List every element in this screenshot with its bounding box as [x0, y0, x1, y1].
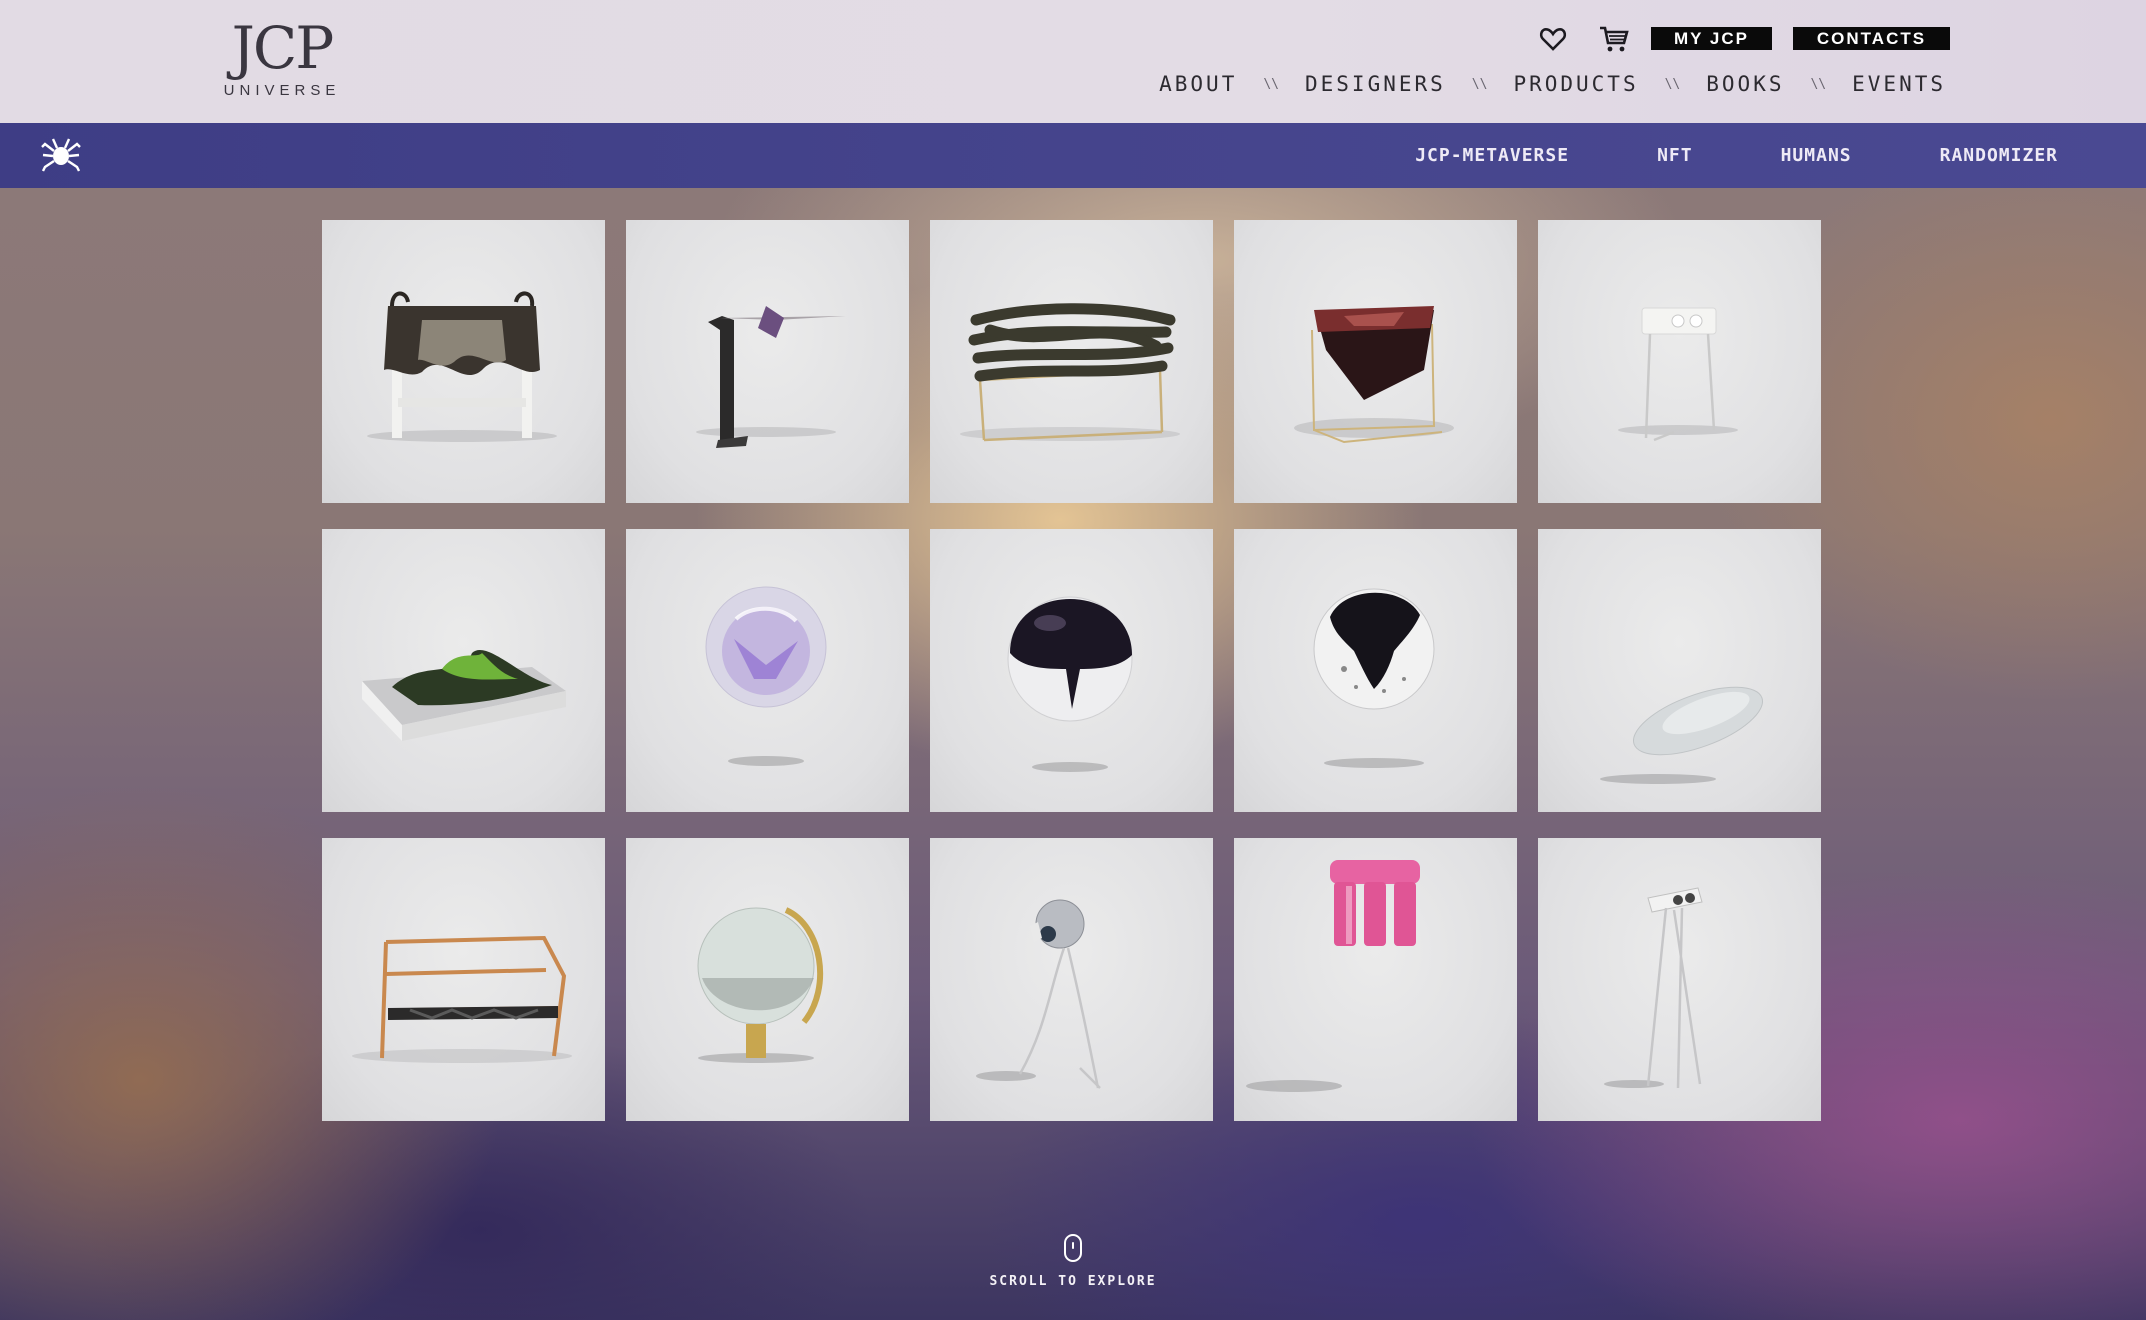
product-tile[interactable] — [930, 529, 1213, 812]
logo-subtitle: UNIVERSE — [223, 82, 341, 99]
subnav-randomizer[interactable]: RANDOMIZER — [1940, 145, 2058, 166]
product-tile[interactable] — [930, 838, 1213, 1121]
twin-light-lamp-image — [1618, 307, 1738, 442]
product-tile[interactable] — [1234, 220, 1517, 503]
cart-icon[interactable] — [1598, 24, 1629, 54]
product-tile[interactable] — [1234, 529, 1517, 812]
product-tile[interactable] — [626, 838, 909, 1121]
nav-events[interactable]: EVENTS — [1852, 72, 1946, 96]
product-tile[interactable] — [1234, 838, 1517, 1121]
product-tile[interactable] — [322, 220, 605, 503]
green-moss-tray-image — [362, 650, 566, 741]
nav-books[interactable]: BOOKS — [1706, 72, 1784, 96]
nav-products[interactable]: PRODUCTS — [1513, 72, 1638, 96]
product-tile[interactable] — [1538, 838, 1821, 1121]
product-tile[interactable] — [1538, 220, 1821, 503]
bird-floor-lamp-image — [976, 899, 1101, 1089]
mouse-icon — [1064, 1234, 1082, 1262]
subnav-humans[interactable]: HUMANS — [1781, 145, 1852, 166]
product-tile[interactable] — [626, 529, 909, 812]
sub-nav-links: JCP-METAVERSE NFT HUMANS RANDOMIZER — [1327, 123, 2058, 188]
contacts-button[interactable]: CONTACTS — [1793, 27, 1950, 50]
cantilever-side-table-image — [696, 306, 846, 448]
tripod-twin-light-image — [1604, 887, 1703, 1089]
main-nav: ABOUT \\ DESIGNERS \\ PRODUCTS \\ BOOKS … — [1159, 72, 1946, 96]
site-header: JCP UNIVERSE MY JCP CONTACTS ABOUT \\ DE… — [0, 0, 2146, 123]
product-tile[interactable] — [322, 838, 605, 1121]
logo-mark: JCP — [231, 14, 335, 82]
tangled-cord-bench-image — [960, 303, 1180, 442]
round-mirror-stand-image — [697, 907, 824, 1063]
nav-separator: \\ — [1471, 76, 1488, 92]
dark-liquid-sphere-image — [1007, 596, 1133, 772]
nav-separator: \\ — [1263, 76, 1279, 92]
product-tile[interactable] — [930, 220, 1213, 503]
scroll-hint: SCROLL TO EXPLORE — [0, 1234, 2146, 1289]
draped-stool-image — [367, 291, 557, 442]
heart-icon[interactable] — [1538, 24, 1568, 54]
copper-frame-sofa-image — [352, 935, 572, 1063]
product-grid — [322, 220, 1822, 1121]
pink-pillar-stool-image — [1246, 860, 1420, 1092]
nav-designers[interactable]: DESIGNERS — [1305, 72, 1446, 96]
product-tile[interactable] — [1538, 529, 1821, 812]
crystal-cube-table-image — [1294, 306, 1454, 444]
subnav-nft[interactable]: NFT — [1657, 145, 1693, 166]
nav-about[interactable]: ABOUT — [1159, 72, 1237, 96]
floating-disc-image — [1600, 686, 1764, 784]
scroll-label: SCROLL TO EXPLORE — [989, 1274, 1157, 1289]
jcp-universe-logo[interactable]: JCP UNIVERSE — [222, 16, 342, 106]
nav-separator: \\ — [1810, 76, 1827, 92]
product-tile[interactable] — [322, 529, 605, 812]
sub-nav: JCP-METAVERSE NFT HUMANS RANDOMIZER — [0, 123, 2146, 188]
violet-glass-sphere-image — [705, 586, 827, 766]
my-jcp-button[interactable]: MY JCP — [1651, 27, 1772, 50]
nav-separator: \\ — [1664, 76, 1681, 92]
subnav-jcp-metaverse[interactable]: JCP-METAVERSE — [1415, 145, 1569, 166]
product-tile[interactable] — [626, 220, 909, 503]
spider-icon[interactable] — [40, 135, 82, 177]
black-splash-sphere-image — [1313, 588, 1435, 768]
